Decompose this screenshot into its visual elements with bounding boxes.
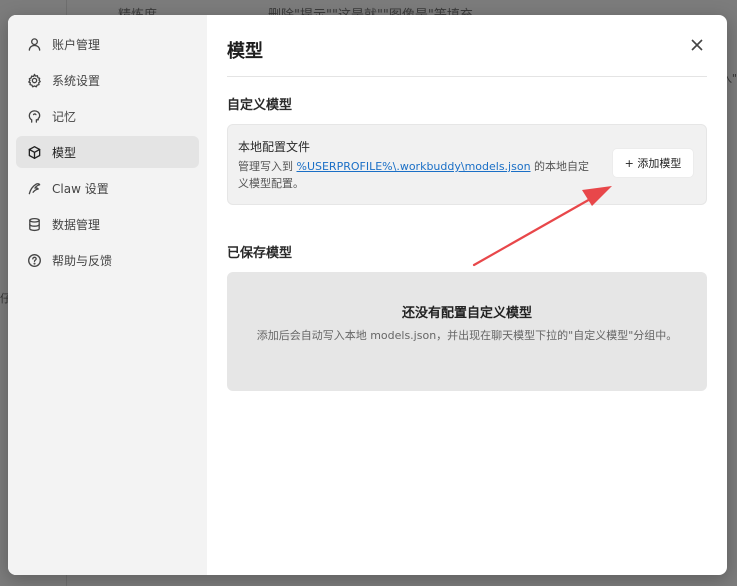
- cube-icon: [26, 144, 42, 160]
- sidebar-item-model[interactable]: 模型: [16, 136, 199, 168]
- sidebar-item-label: Claw 设置: [52, 181, 109, 196]
- help-icon: [26, 252, 42, 268]
- close-icon: [691, 39, 703, 51]
- config-card-title: 本地配置文件: [238, 140, 311, 154]
- empty-state-card: 还没有配置自定义模型 添加后会自动写入本地 models.json，并出现在聊天…: [227, 272, 707, 391]
- empty-state-description: 添加后会自动写入本地 models.json，并出现在聊天模型下拉的"自定义模型…: [256, 329, 678, 342]
- sidebar-item-label: 帮助与反馈: [52, 253, 113, 268]
- sidebar-item-label: 系统设置: [52, 73, 101, 88]
- sidebar-item-label: 数据管理: [52, 217, 101, 232]
- sidebar-item-system-settings[interactable]: 系统设置: [16, 64, 199, 96]
- sidebar-item-label: 模型: [52, 145, 77, 160]
- sidebar-item-help-feedback[interactable]: 帮助与反馈: [16, 244, 199, 276]
- brain-icon: [26, 108, 42, 124]
- config-file-path-link[interactable]: %USERPROFILE%\.workbuddy\models.json: [297, 160, 531, 173]
- user-icon: [26, 36, 42, 52]
- settings-modal: 账户管理 系统设置 记忆 模型 Claw 设置 数据管理 帮助与反馈 模型 自定…: [8, 15, 727, 575]
- database-icon: [26, 216, 42, 232]
- local-config-card: 本地配置文件 管理写入到 %USERPROFILE%\.workbuddy\mo…: [227, 124, 707, 205]
- sidebar-item-label: 账户管理: [52, 37, 101, 52]
- add-model-button[interactable]: + 添加模型: [612, 148, 694, 178]
- custom-models-heading: 自定义模型: [227, 98, 293, 113]
- saved-models-heading: 已保存模型: [227, 246, 293, 261]
- sidebar-item-label: 记忆: [52, 109, 77, 124]
- sidebar-item-account[interactable]: 账户管理: [16, 28, 199, 60]
- sidebar-item-claw-settings[interactable]: Claw 设置: [16, 172, 199, 204]
- gear-icon: [26, 72, 42, 88]
- config-desc-prefix: 管理写入到: [238, 160, 297, 173]
- header-divider: [227, 76, 707, 77]
- page-title: 模型: [227, 41, 263, 62]
- close-button[interactable]: [689, 37, 705, 53]
- claw-icon: [26, 180, 42, 196]
- model-settings-panel: 模型 自定义模型 本地配置文件 管理写入到 %USERPROFILE%\.wor…: [207, 15, 727, 575]
- sidebar-item-data-management[interactable]: 数据管理: [16, 208, 199, 240]
- sidebar-item-memory[interactable]: 记忆: [16, 100, 199, 132]
- config-card-description: 管理写入到 %USERPROFILE%\.workbuddy\models.js…: [238, 158, 598, 192]
- empty-state-title: 还没有配置自定义模型: [401, 306, 532, 321]
- settings-sidebar: 账户管理 系统设置 记忆 模型 Claw 设置 数据管理 帮助与反馈: [8, 15, 207, 575]
